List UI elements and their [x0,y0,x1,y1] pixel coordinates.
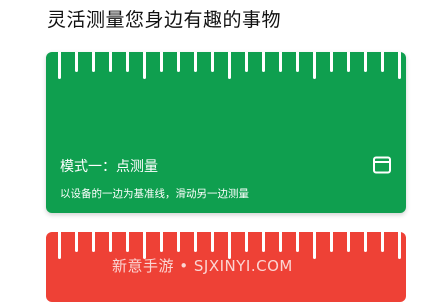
ruler-tick [347,232,350,252]
ruler-tick [194,52,197,72]
ruler-tick [75,52,78,72]
ruler-ticks [46,52,406,92]
watermark: 新意手游 • SJXINYI.COM [112,257,293,275]
ruler-tick [177,52,180,72]
ruler-tick [279,232,282,252]
ruler-tick [381,52,384,72]
ruler-tick [109,232,112,252]
ruler-tick [398,52,401,79]
ruler-tick [296,232,299,252]
ruler-tick [262,232,265,252]
ruler-tick [228,52,231,79]
ruler-tick [109,52,112,72]
ruler-tick [296,52,299,72]
mode-description: 以设备的一边为基准线，滑动另一边测量 [60,188,249,200]
ruler-tick [160,52,163,72]
ruler-tick [92,232,95,252]
mode-card-point-measure[interactable]: 模式一：点测量 以设备的一边为基准线，滑动另一边测量 [46,52,406,213]
ruler-tick [364,232,367,252]
ruler-tick [313,232,316,259]
ruler-tick [245,52,248,72]
ruler-tick [194,232,197,252]
ruler-tick [347,52,350,72]
ruler-tick [364,52,367,72]
ruler-tick [92,52,95,72]
ruler-tick [211,52,214,72]
ruler-tick [211,232,214,252]
ruler-tick [160,232,163,252]
ruler-tick [381,232,384,252]
ruler-tick [58,232,61,259]
ruler-tick [330,52,333,72]
ruler-tick [262,52,265,72]
fullscreen-frame-icon[interactable] [373,156,391,174]
ruler-tick [177,232,180,252]
mode-title: 模式一：点测量 [60,159,158,175]
ruler-tick [126,52,129,72]
page-headline: 灵活测量您身边有趣的事物 [47,9,282,31]
ruler-tick [398,232,401,259]
ruler-tick [245,232,248,252]
ruler-tick [58,52,61,79]
ruler-tick [279,52,282,72]
ruler-tick [143,52,146,79]
ruler-tick [313,52,316,79]
ruler-tick [126,232,129,252]
ruler-tick [75,232,78,252]
ruler-tick [330,232,333,252]
